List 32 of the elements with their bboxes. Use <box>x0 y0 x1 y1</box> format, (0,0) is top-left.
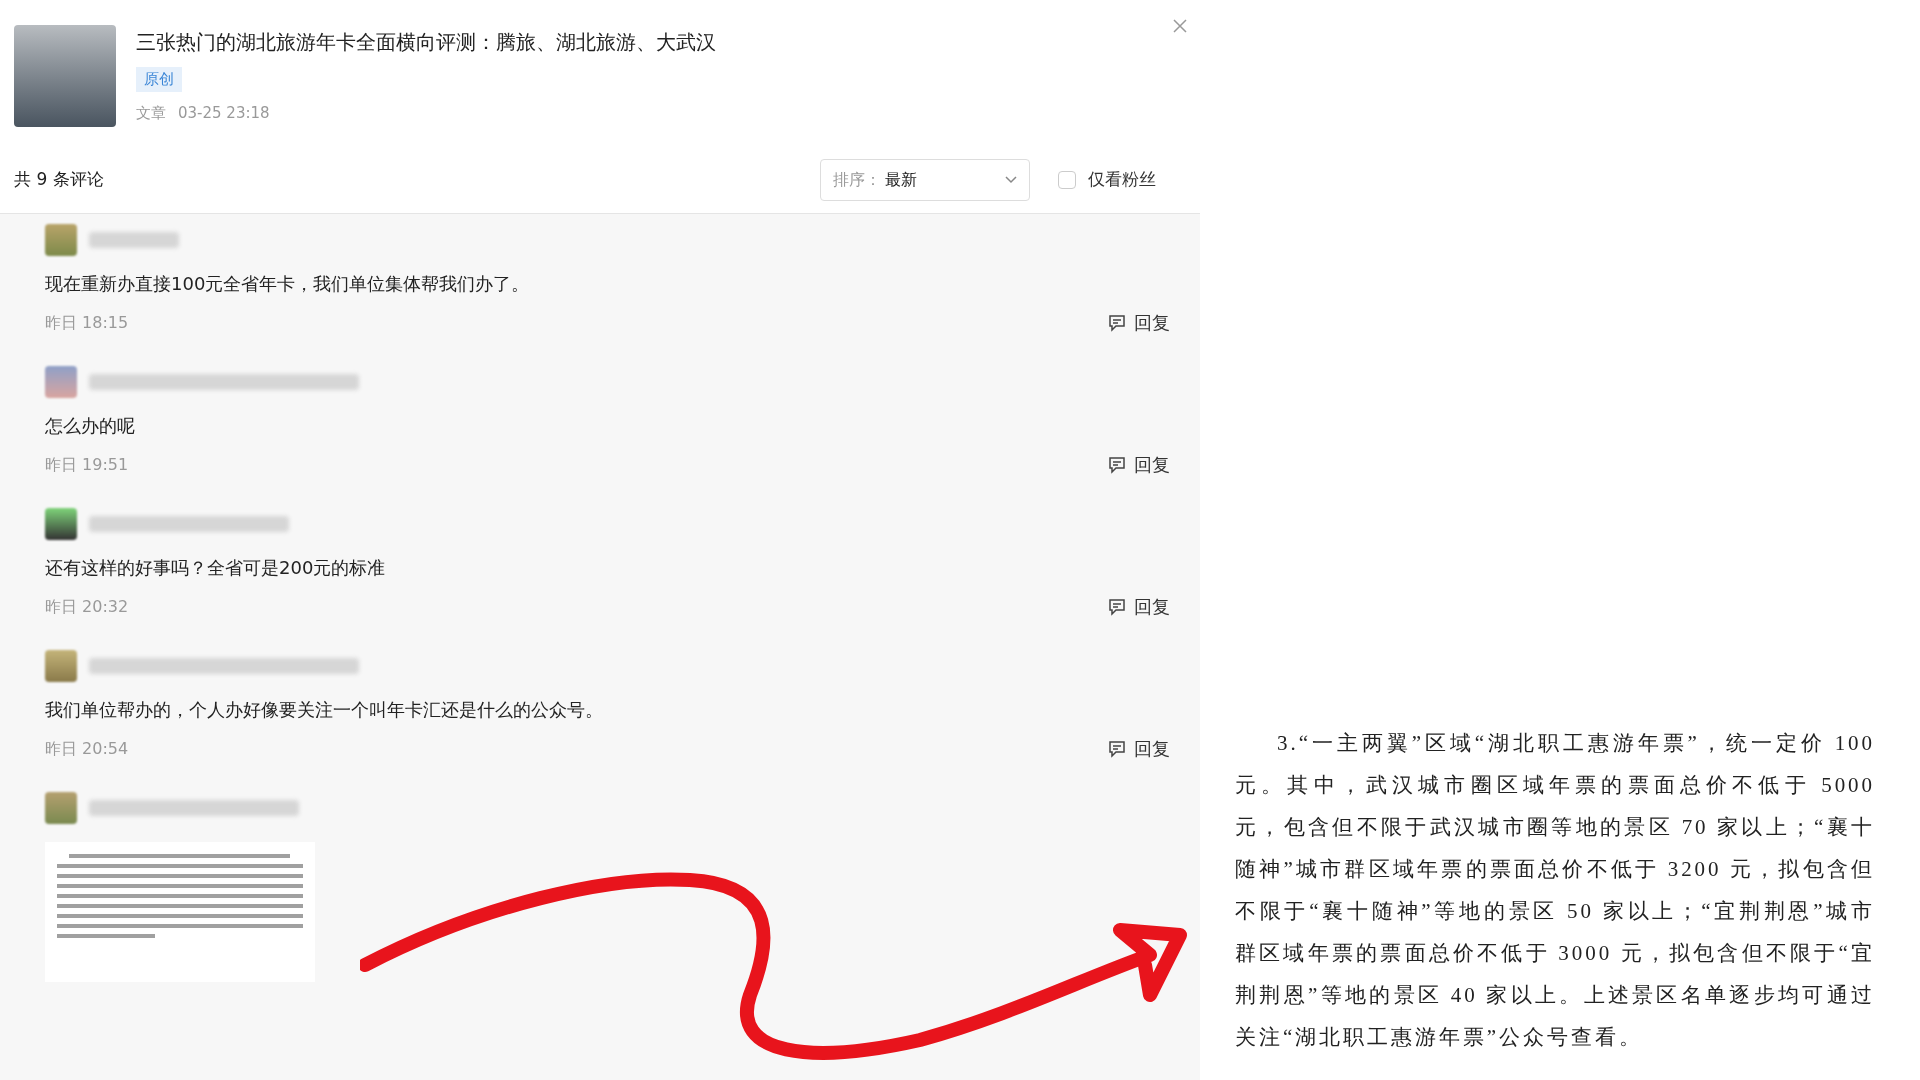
comment-icon <box>1108 455 1126 474</box>
avatar-placeholder <box>45 366 77 398</box>
original-tag: 原创 <box>136 67 182 92</box>
document-paragraph: 3.“一主两翼”区域“湖北职工惠游年票”，统一定价 100 元。其中，武汉城市圈区域年票的票面总价不低于 5000 元，包含但不限于武汉城市圈等地的景区 70 家以上；“襄十随神”城市群区域年票的票面总价不低于 3200 元，拟包含但不限于“襄十随神”等地的景区 50 家以上；“宜荆荆恩”城市群区域年票的票面总价不低于 3000 元，拟包含但不限于“宜荆荆恩”等地的景区 40 家以上。上述景区名单逐步均可通过关注“湖北职工惠游年票”公众号查看。 <box>1235 730 1875 1051</box>
reply-button[interactable]: 回复 <box>1108 735 1170 762</box>
avatar-placeholder <box>45 650 77 682</box>
reply-button[interactable]: 回复 <box>1108 451 1170 478</box>
sort-dropdown[interactable]: 排序： 最新 <box>820 159 1030 201</box>
comment-icon <box>1108 739 1126 758</box>
fans-only-label: 仅看粉丝 <box>1088 168 1156 192</box>
comment-count: 共 9 条评论 <box>14 168 104 192</box>
avatar-placeholder <box>45 508 77 540</box>
fans-only-checkbox[interactable] <box>1058 171 1076 189</box>
comment-time: 昨日 20:32 <box>45 595 129 618</box>
avatar-placeholder <box>45 792 77 824</box>
comment-text: 现在重新办直接100元全省年卡，我们单位集体帮我们办了。 <box>45 272 531 296</box>
reply-button[interactable]: 回复 <box>1108 309 1170 336</box>
comment-text: 我们单位帮办的，个人办好像要关注一个叫年卡汇还是什么的公众号。 <box>45 698 604 722</box>
comment-time: 昨日 18:15 <box>45 311 129 334</box>
comment-text: 还有这样的好事吗？全省可是200元的标准 <box>45 556 387 580</box>
comment-icon <box>1108 313 1126 332</box>
comment-text: 怎么办的呢 <box>45 414 136 438</box>
close-icon[interactable] <box>1172 18 1188 34</box>
comment-icon <box>1108 597 1126 616</box>
avatar-placeholder <box>45 224 77 256</box>
reply-button[interactable]: 回复 <box>1108 593 1170 620</box>
chevron-down-icon <box>1005 176 1017 184</box>
article-title[interactable]: 三张热门的湖北旅游年卡全面横向评测：腾旅、湖北旅游、大武汉 <box>136 27 716 57</box>
article-time: 03-25 23:18 <box>178 102 270 124</box>
comment-time: 昨日 19:51 <box>45 453 129 476</box>
article-type: 文章 <box>136 102 166 124</box>
comment-time: 昨日 20:54 <box>45 737 129 760</box>
